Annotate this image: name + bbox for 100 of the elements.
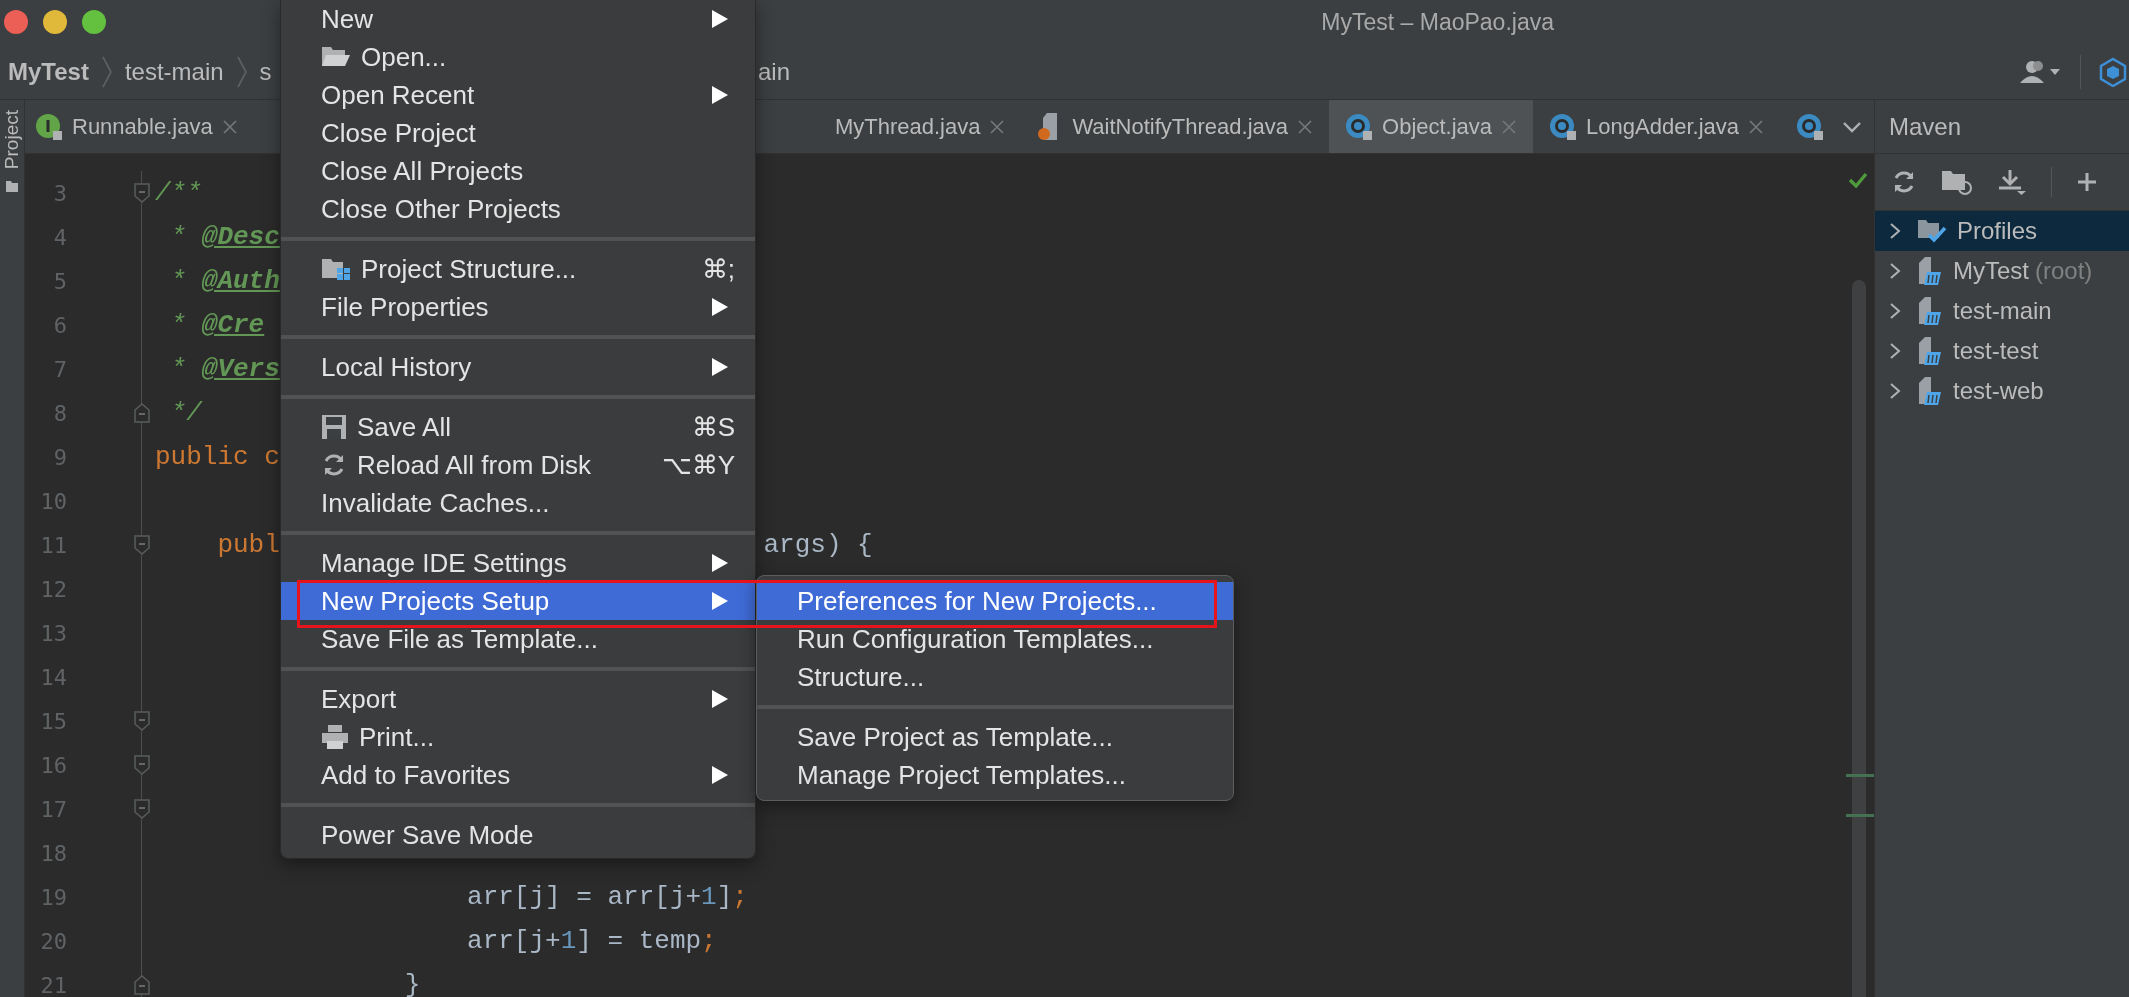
editor-tab[interactable]: Object.java [1329, 100, 1534, 153]
save-icon [321, 414, 347, 440]
folder-icon [5, 179, 19, 194]
fold-marker-icon[interactable] [133, 402, 151, 424]
editor-tab[interactable]: MyThread.java [818, 100, 1022, 153]
menu-item[interactable]: Export [281, 680, 755, 718]
editor-tab[interactable]: LongAdder.java [1533, 100, 1780, 153]
tree-item[interactable]: test-web [1875, 371, 2129, 411]
fold-marker-icon[interactable] [133, 534, 151, 556]
line-number: 5 [52, 268, 67, 294]
line-number: 19 [39, 884, 67, 910]
class-icon [1345, 112, 1374, 141]
interface-icon [35, 112, 63, 141]
expand-chevron-icon[interactable] [1889, 222, 1901, 240]
folder-check-icon [1917, 218, 1947, 244]
minimize-button[interactable] [43, 10, 67, 34]
menu-item[interactable]: Open... [281, 38, 755, 76]
menu-item[interactable]: Manage IDE Settings [281, 544, 755, 582]
menu-item[interactable]: Open Recent [281, 76, 755, 114]
line-number: 9 [52, 444, 67, 470]
code-line: * @Cre [169, 310, 265, 340]
menu-item[interactable]: Reload All from Disk ⌥⌘Y [281, 446, 755, 484]
shortcut-text: ⌘; [701, 253, 735, 285]
fold-marker-icon[interactable] [133, 974, 151, 996]
menu-item[interactable]: Invalidate Caches... [281, 484, 755, 522]
fold-marker-icon[interactable] [133, 182, 151, 204]
menu-item[interactable]: File Properties [281, 288, 755, 326]
menu-item[interactable]: Local History [281, 348, 755, 386]
check-icon [1848, 172, 1868, 188]
tab-list-chevron-icon[interactable] [1842, 119, 1862, 134]
change-marker [1846, 814, 1874, 817]
close-icon[interactable] [1297, 118, 1314, 135]
editor-tab[interactable]: WaitNotifyThread.java [1021, 100, 1330, 153]
menu-item[interactable]: Power Save Mode [281, 816, 755, 854]
expand-chevron-icon[interactable] [1889, 302, 1901, 320]
tree-item[interactable]: test-test [1875, 331, 2129, 371]
menu-item[interactable]: Close Other Projects [281, 190, 755, 228]
scrollbar-thumb[interactable] [1852, 280, 1866, 997]
tree-item[interactable]: Profiles [1875, 211, 2129, 251]
code-line: arr[j] = arr[j+1]; [466, 882, 748, 912]
menu-item[interactable]: New Projects Setup [281, 582, 755, 620]
menu-item[interactable]: Save All ⌘S [281, 408, 755, 446]
project-tool-button[interactable]: Project [1, 110, 23, 170]
root-note: (root) [2035, 257, 2093, 285]
menu-item[interactable]: Run Configuration Templates... [757, 620, 1233, 658]
tree-item[interactable]: test-main [1875, 291, 2129, 331]
close-icon[interactable] [1748, 118, 1764, 135]
close-button[interactable] [4, 10, 28, 34]
menu-item[interactable]: Manage Project Templates... [757, 756, 1233, 794]
line-number: 14 [39, 664, 67, 690]
tree-item[interactable]: MyTest (root) [1875, 251, 2129, 291]
menu-item[interactable]: Close Project [281, 114, 755, 152]
module-icon [1917, 296, 1943, 326]
line-number: 15 [39, 708, 67, 734]
zoom-button[interactable] [82, 10, 106, 34]
code-line: } [403, 970, 421, 997]
code-line: publ [216, 530, 280, 560]
menu-item[interactable]: Save File as Template... [281, 620, 755, 658]
folder-refresh-icon[interactable] [1941, 168, 1973, 196]
expand-chevron-icon[interactable] [1889, 342, 1901, 360]
line-number: 4 [52, 224, 67, 250]
breadcrumb[interactable]: MyTest [8, 57, 89, 86]
line-number: 11 [39, 532, 67, 558]
code-line: * @Vers [169, 354, 280, 384]
class-icon [1796, 112, 1824, 141]
plus-icon[interactable] [2076, 171, 2098, 193]
panel-title: Maven [1889, 112, 1962, 141]
menu-item[interactable]: New [281, 0, 755, 38]
code-line: * @Auth [169, 266, 280, 296]
menu-item[interactable]: Print... [281, 718, 755, 756]
expand-chevron-icon[interactable] [1889, 262, 1901, 280]
close-icon[interactable] [1501, 118, 1518, 135]
code-line: public c [155, 442, 280, 472]
fold-marker-icon[interactable] [133, 710, 151, 732]
cube-icon[interactable] [2099, 56, 2127, 87]
breadcrumb[interactable]: s [259, 57, 272, 86]
line-number: 17 [39, 796, 67, 822]
class-icon [1549, 112, 1578, 141]
menu-item[interactable]: Add to Favorites [281, 756, 755, 794]
code-line: arr[j+1] = temp; [466, 926, 717, 956]
expand-chevron-icon[interactable] [1889, 382, 1901, 400]
close-icon[interactable] [989, 118, 1006, 135]
line-number: 16 [39, 752, 67, 778]
window-title: MyTest – MaoPao.java [1321, 8, 1554, 36]
menu-item[interactable]: Preferences for New Projects... [757, 582, 1233, 620]
breadcrumb[interactable]: ain [758, 57, 2018, 86]
line-number: 8 [52, 400, 67, 426]
fold-marker-icon[interactable] [133, 754, 151, 776]
editor-tab[interactable]: Runnable.java [25, 100, 254, 153]
line-number: 7 [52, 356, 67, 382]
module-icon [1917, 256, 1943, 286]
user-icon[interactable] [2018, 58, 2062, 85]
menu-item[interactable]: Close All Projects [281, 152, 755, 190]
fold-marker-icon[interactable] [133, 798, 151, 820]
download-icon[interactable] [1997, 168, 2027, 196]
menu-item[interactable]: Structure... [757, 658, 1233, 696]
breadcrumb[interactable]: test-main [124, 57, 224, 86]
menu-item[interactable]: Project Structure... ⌘; [281, 250, 755, 288]
close-icon[interactable] [221, 118, 238, 135]
menu-item[interactable]: Save Project as Template... [757, 718, 1233, 756]
